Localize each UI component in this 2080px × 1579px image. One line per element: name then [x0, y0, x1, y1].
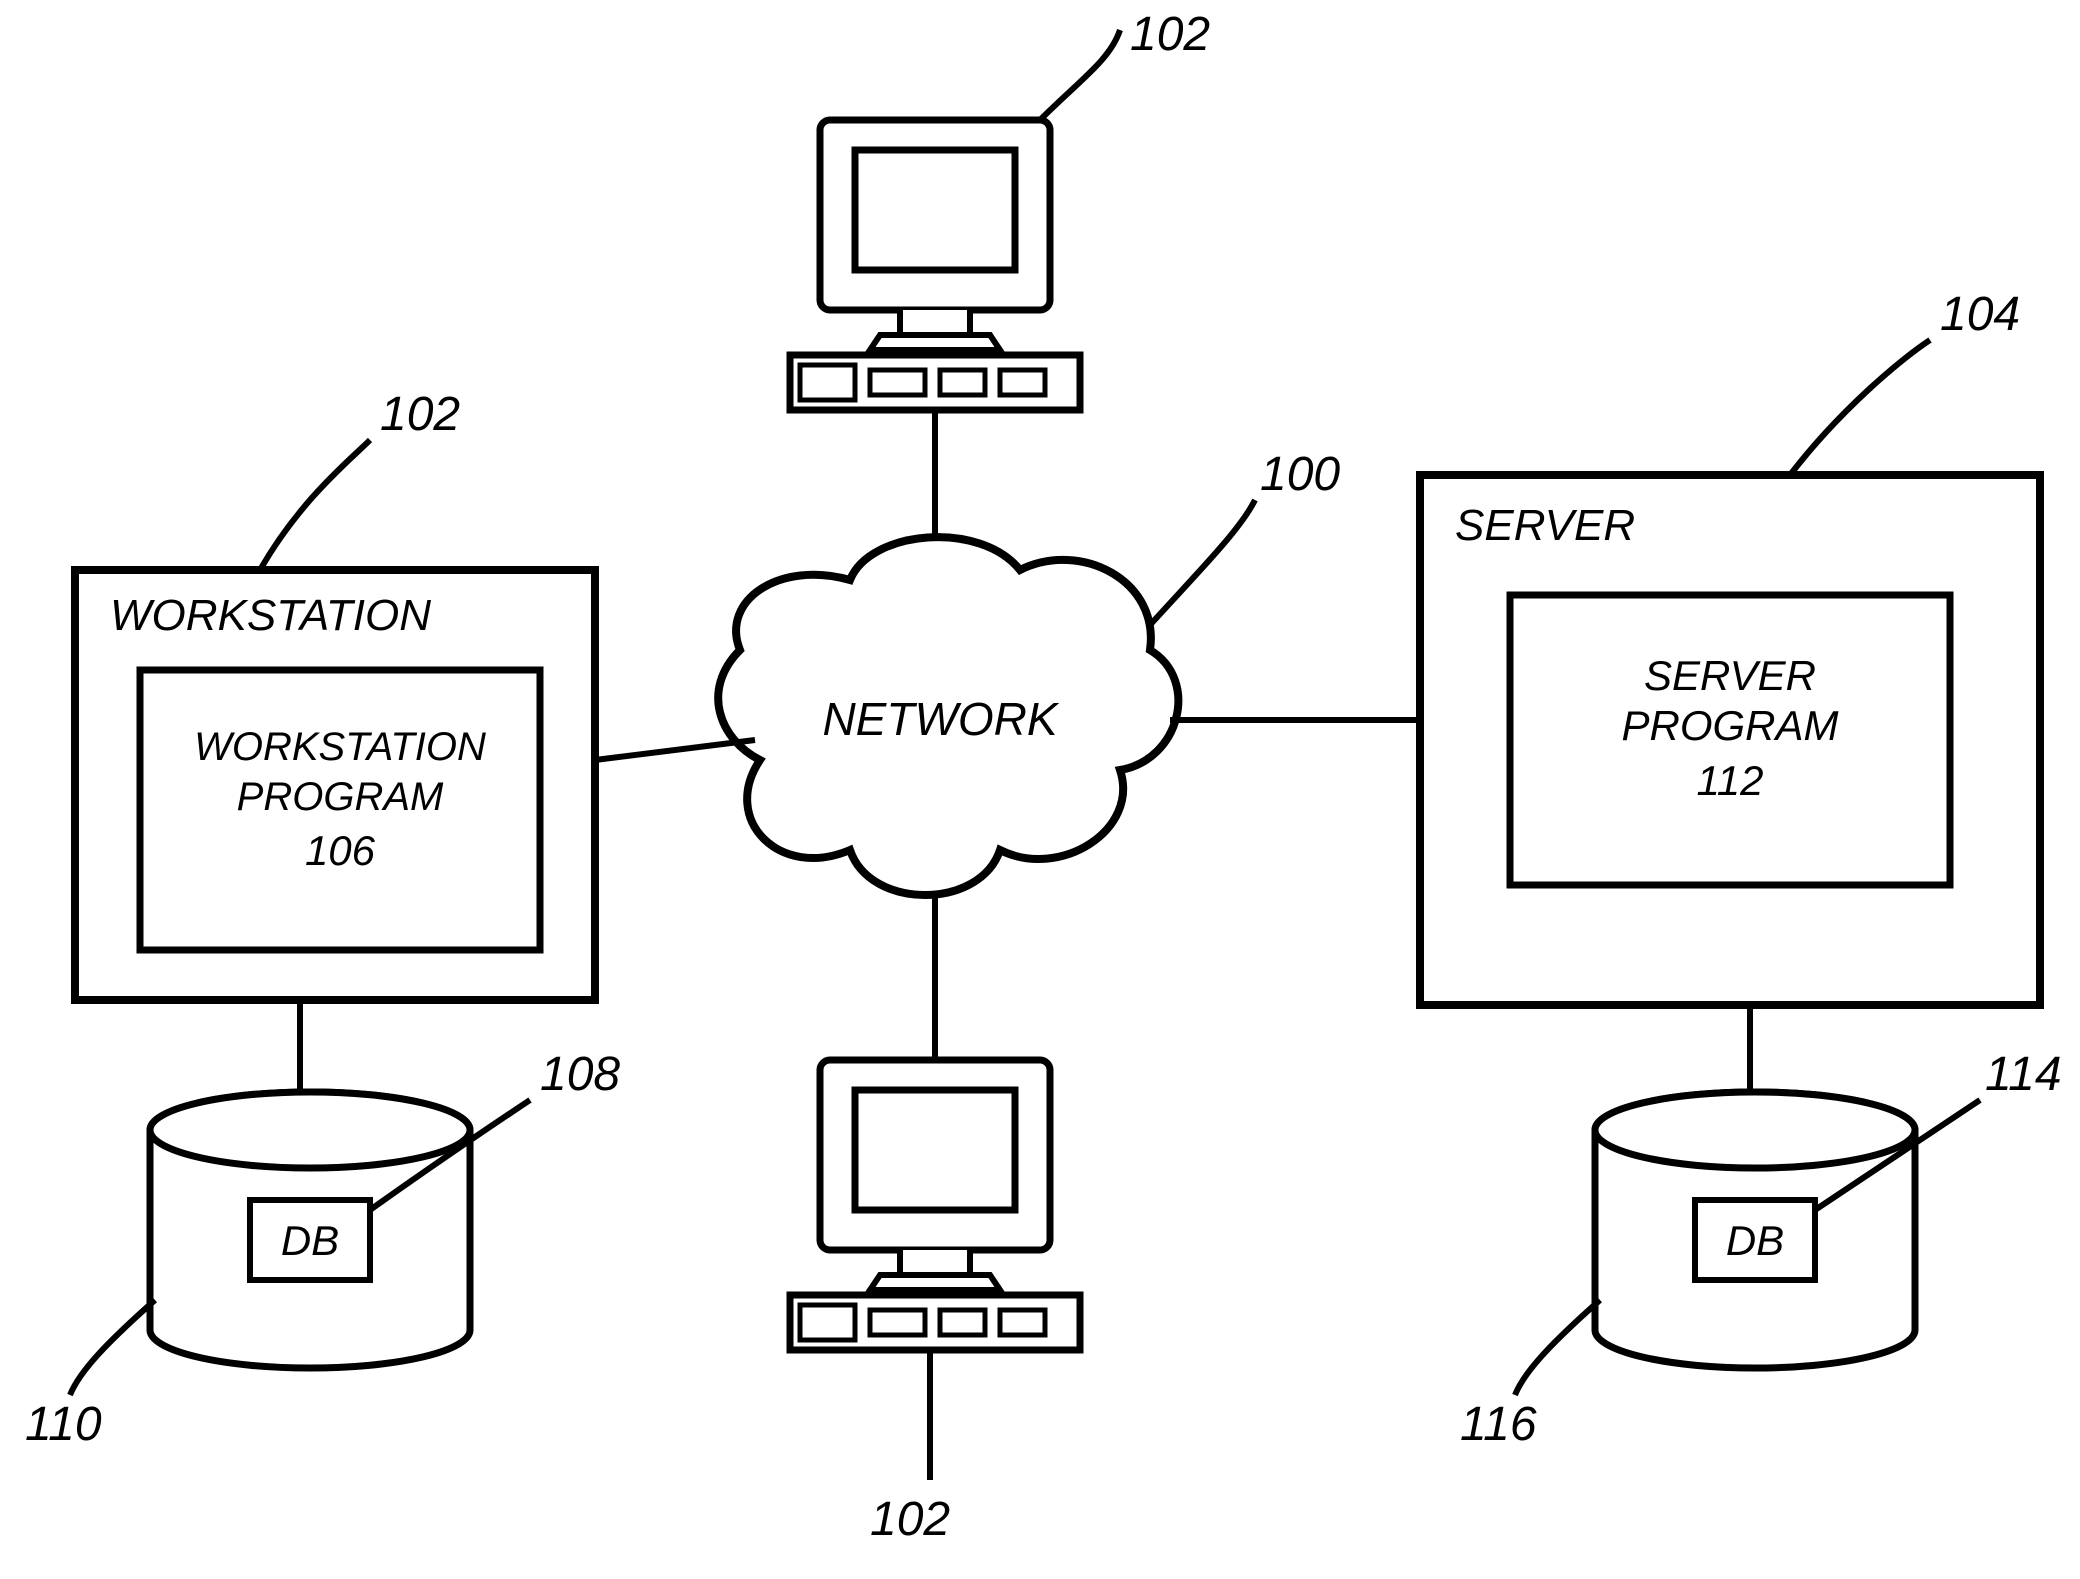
callout-100: 100 [1260, 448, 1340, 501]
server-db-label: DB [1726, 1217, 1784, 1264]
callout-102-top: 102 [1130, 8, 1210, 61]
callout-116: 116 [1460, 1398, 1537, 1451]
workstation-program-line2: PROGRAM [237, 775, 444, 819]
workstation-db-label: DB [281, 1217, 339, 1264]
callout-lead-110 [70, 1300, 155, 1395]
callout-lead-top-pc [1040, 30, 1120, 120]
callout-108: 108 [540, 1048, 620, 1101]
link-workstation-network [595, 740, 755, 760]
server-title: SERVER [1455, 501, 1635, 550]
workstation-program-num: 106 [305, 827, 376, 874]
workstation-box: WORKSTATION WORKSTATION PROGRAM 106 [75, 570, 595, 1000]
network-diagram: 102 NETWORK 100 WORKSTATION WORKSTATION … [0, 0, 2080, 1579]
workstation-db-cylinder: DB [150, 1092, 470, 1368]
callout-lead-server [1790, 340, 1930, 475]
server-program-line2: PROGRAM [1621, 702, 1838, 749]
server-box: SERVER SERVER PROGRAM 112 [1420, 475, 2040, 1005]
callout-110: 110 [25, 1398, 102, 1451]
callout-102-bottom: 102 [870, 1493, 950, 1546]
callout-lead-network [1150, 500, 1255, 625]
server-program-line1: SERVER [1644, 652, 1816, 699]
workstation-title: WORKSTATION [110, 591, 431, 640]
callout-102-left: 102 [380, 388, 460, 441]
bottom-workstation-pc [790, 1060, 1080, 1350]
server-db-cylinder: DB [1595, 1092, 1915, 1368]
workstation-program-line1: WORKSTATION [194, 725, 486, 769]
callout-lead-116 [1515, 1300, 1600, 1395]
callout-lead-workstation-left [260, 440, 370, 570]
callout-114: 114 [1985, 1048, 2062, 1101]
server-program-num: 112 [1697, 757, 1764, 804]
network-label: NETWORK [822, 693, 1059, 745]
top-workstation-pc [790, 120, 1080, 410]
callout-104: 104 [1940, 288, 2020, 341]
